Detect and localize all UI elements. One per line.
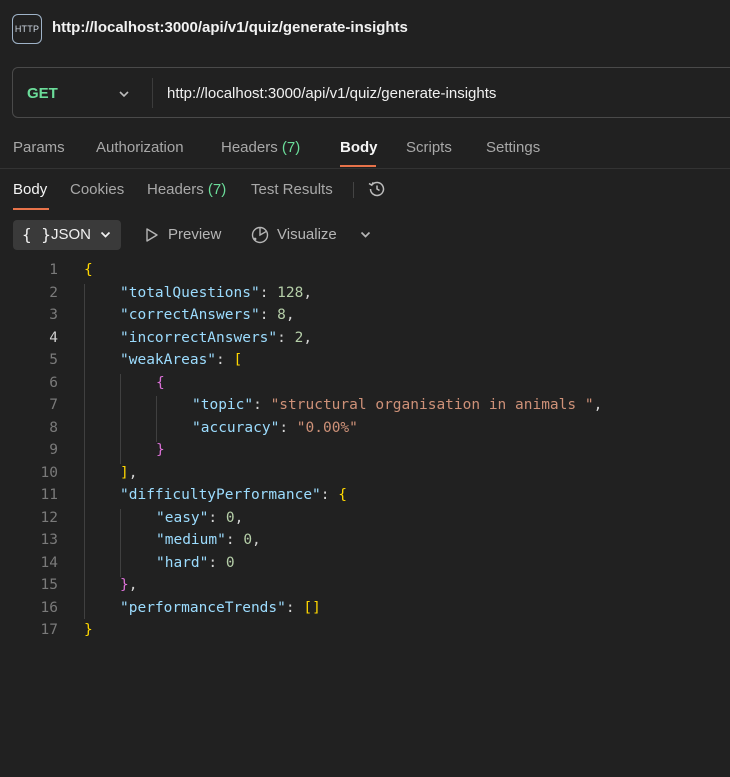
- code-text: "medium": 0,: [156, 532, 261, 548]
- code-line: 17}: [0, 619, 730, 642]
- code-line: 11 "difficultyPerformance": {: [0, 484, 730, 507]
- line-number: 15: [40, 577, 58, 593]
- code-line: 13 "medium": 0,: [0, 529, 730, 552]
- tab-authorization[interactable]: Authorization: [96, 139, 184, 156]
- tab-label: Settings: [486, 139, 541, 156]
- line-number: 16: [40, 599, 58, 616]
- tab-headers[interactable]: Headers (7): [221, 139, 300, 156]
- code-text: "totalQuestions": 128,: [120, 284, 313, 301]
- visualize-label: Visualize: [277, 226, 337, 243]
- code-line: 15},: [0, 574, 730, 597]
- code-line: 9}: [0, 439, 730, 462]
- code-text: ],: [120, 464, 138, 481]
- chevron-down-icon[interactable]: [359, 228, 372, 241]
- response-tab-headers[interactable]: Headers (7): [147, 181, 226, 198]
- code-line: 7 "topic": "structural organisation in an…: [0, 394, 730, 417]
- title-bar: HTTP http://localhost:3000/api/v1/quiz/g…: [0, 0, 730, 58]
- code-line: 1{: [0, 259, 730, 282]
- braces-icon: { }: [22, 225, 51, 244]
- response-tab-body[interactable]: Body: [13, 181, 47, 198]
- tab-body[interactable]: Body: [340, 139, 378, 156]
- code-text: "performanceTrends": []: [120, 599, 321, 616]
- code-line: 5 "weakAreas": [: [0, 349, 730, 372]
- response-toolbar: { } JSON Preview Visualize: [0, 220, 730, 250]
- code-text: "difficultyPerformance": {: [120, 487, 347, 503]
- code-text: {: [156, 374, 165, 391]
- tab-params[interactable]: Params: [13, 139, 65, 156]
- code-line: 2 "totalQuestions": 128,: [0, 282, 730, 305]
- tab-label: Body: [340, 139, 378, 156]
- line-number: 11: [40, 487, 58, 503]
- format-json-dropdown[interactable]: { } JSON: [13, 220, 121, 250]
- url-input[interactable]: http://localhost:3000/api/v1/quiz/genera…: [167, 85, 496, 102]
- tab-label: Scripts: [406, 139, 452, 156]
- line-number: 13: [40, 532, 58, 548]
- code-text: "correctAnswers": 8,: [120, 307, 295, 323]
- line-number: 7: [49, 397, 58, 413]
- tab-label: Cookies: [70, 181, 125, 198]
- response-tabs: Body Cookies Headers (7) Test Results: [0, 172, 730, 212]
- code-line: 8 "accuracy": "0.00%": [0, 417, 730, 440]
- tab-count-badge: (7): [207, 181, 227, 198]
- preview-label: Preview: [168, 226, 222, 243]
- code-text: }: [156, 442, 165, 458]
- code-text: "incorrectAnswers": 2,: [120, 329, 313, 346]
- tab-scripts[interactable]: Scripts: [406, 139, 452, 156]
- code-text: },: [120, 577, 138, 593]
- play-icon: [146, 228, 158, 242]
- code-text: }: [84, 622, 93, 638]
- line-number: 8: [49, 419, 58, 436]
- code-text: {: [84, 262, 93, 278]
- tab-settings[interactable]: Settings: [486, 139, 540, 156]
- line-number: 4: [49, 329, 58, 346]
- code-line: 16 "performanceTrends": []: [0, 597, 730, 620]
- visualize-icon: [251, 226, 269, 244]
- url-bar-divider: [152, 78, 153, 108]
- chevron-down-icon[interactable]: [117, 87, 131, 101]
- line-number: 17: [40, 622, 58, 638]
- active-response-tab-indicator: [13, 208, 49, 210]
- url-bar: GET http://localhost:3000/api/v1/quiz/ge…: [12, 67, 730, 118]
- code-text: "weakAreas": [: [120, 352, 243, 368]
- code-text: "easy": 0,: [156, 509, 244, 526]
- line-number: 6: [49, 374, 58, 391]
- line-number: 12: [40, 509, 58, 526]
- tab-label: Authorization: [96, 139, 184, 156]
- code-line: 4 "incorrectAnswers": 2,: [0, 327, 730, 350]
- code-text: "hard": 0: [156, 554, 235, 571]
- http-request-icon: HTTP: [12, 14, 42, 44]
- line-number: 9: [49, 442, 58, 458]
- response-tab-test-results[interactable]: Test Results: [251, 181, 333, 198]
- section-divider: [0, 168, 730, 169]
- line-number: 5: [49, 352, 58, 368]
- active-tab-indicator: [340, 165, 376, 167]
- code-line: 6{: [0, 372, 730, 395]
- tab-label: Test Results: [251, 181, 333, 198]
- request-tabs: Params Authorization Headers (7) Body Sc…: [0, 130, 730, 168]
- response-tab-cookies[interactable]: Cookies: [70, 181, 124, 198]
- chevron-down-icon: [100, 231, 111, 238]
- line-number: 2: [49, 284, 58, 301]
- line-number: 10: [40, 464, 58, 481]
- history-icon[interactable]: [366, 178, 388, 200]
- code-line: 14 "hard": 0: [0, 552, 730, 575]
- code-text: "topic": "structural organisation in ani…: [192, 397, 603, 413]
- code-line: 3 "correctAnswers": 8,: [0, 304, 730, 327]
- line-number: 3: [49, 307, 58, 323]
- code-line: 12 "easy": 0,: [0, 507, 730, 530]
- tab-separator: [353, 182, 354, 198]
- code-line: 10],: [0, 462, 730, 485]
- tab-label: Params: [13, 139, 65, 156]
- tab-label: Headers: [221, 139, 278, 156]
- line-number: 1: [49, 262, 58, 278]
- tab-label: Headers: [147, 181, 204, 198]
- method-select[interactable]: GET: [27, 85, 58, 102]
- line-number: 14: [40, 554, 58, 571]
- format-label: JSON: [51, 226, 92, 243]
- code-text: "accuracy": "0.00%": [192, 419, 358, 436]
- tab-count-badge: (7): [281, 139, 301, 156]
- tab-label: Body: [13, 181, 48, 198]
- page-title: http://localhost:3000/api/v1/quiz/genera…: [52, 19, 408, 36]
